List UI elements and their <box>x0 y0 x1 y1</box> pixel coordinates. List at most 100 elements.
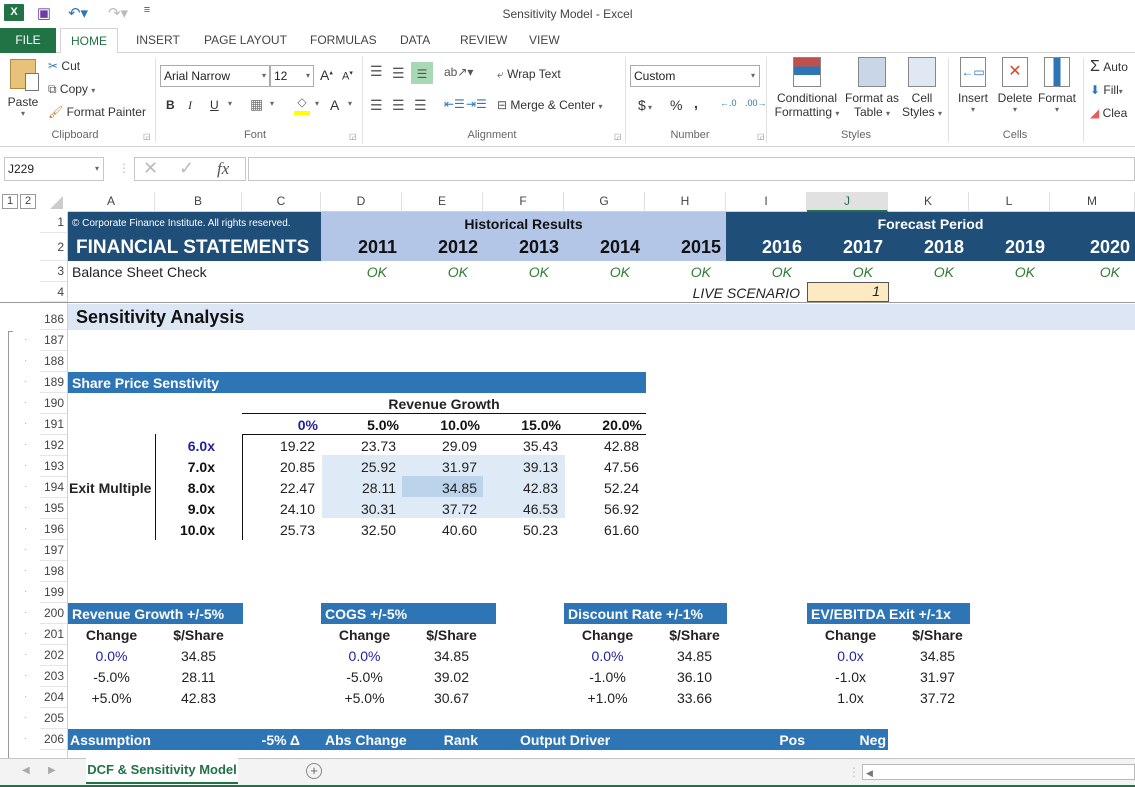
tab-formulas[interactable]: FORMULAS <box>300 32 387 53</box>
formula-input[interactable] <box>248 157 1135 181</box>
row-header-203[interactable]: 203 <box>40 666 67 687</box>
decrease-decimal-icon[interactable]: .00→ <box>745 98 767 108</box>
column-header-m[interactable]: M <box>1050 192 1135 212</box>
insert-cells-button[interactable]: ←▭ Insert ▾ <box>952 57 994 114</box>
row-header-2[interactable]: 2 <box>40 233 67 261</box>
column-header-i[interactable]: I <box>726 192 807 212</box>
underline-dropdown-icon[interactable]: ▾ <box>228 99 232 108</box>
clear-button[interactable]: ◢ Clea <box>1090 106 1127 120</box>
name-box[interactable]: J229 ▾ <box>4 157 104 181</box>
select-all-button[interactable] <box>50 196 63 209</box>
row-header-187[interactable]: 187 <box>40 330 67 351</box>
tab-review[interactable]: REVIEW <box>450 32 517 53</box>
tab-page-layout[interactable]: PAGE LAYOUT <box>194 32 297 53</box>
fill-color-dropdown-icon[interactable]: ▾ <box>315 99 319 108</box>
percent-button[interactable]: % <box>670 97 682 113</box>
outline-level-1-button[interactable]: 1 <box>2 194 18 209</box>
add-sheet-icon[interactable]: + <box>306 763 322 779</box>
merge-center-button[interactable]: ⊟ Merge & Center ▾ <box>497 98 602 112</box>
font-color-dropdown-icon[interactable]: ▾ <box>348 99 352 108</box>
share-price-cell[interactable]: 40.60 <box>402 522 477 538</box>
font-name-select[interactable]: Arial Narrow ▾ <box>160 65 270 87</box>
format-cells-button[interactable]: Format ▾ <box>1036 57 1078 114</box>
alignment-launcher-icon[interactable]: ◲ <box>614 132 622 141</box>
column-header-d[interactable]: D <box>321 192 402 212</box>
row-header-201[interactable]: 201 <box>40 624 67 645</box>
share-price-cell[interactable]: 34.85 <box>402 480 477 496</box>
row-header-186[interactable]: 186 <box>40 304 67 330</box>
cancel-icon[interactable]: ✕ <box>143 158 158 179</box>
share-price-cell[interactable]: 25.92 <box>321 459 396 475</box>
decrease-indent-icon[interactable]: ⇤☰ <box>444 97 465 111</box>
orientation-icon[interactable]: ab↗▾ <box>444 65 473 79</box>
row-header-1[interactable]: 1 <box>40 212 67 233</box>
italic-button[interactable]: I <box>188 98 192 113</box>
share-price-cell[interactable]: 46.53 <box>483 501 558 517</box>
share-price-cell[interactable]: 56.92 <box>564 501 639 517</box>
share-price-cell[interactable]: 42.88 <box>564 438 639 454</box>
font-color-icon[interactable]: A <box>330 97 339 113</box>
row-header-3[interactable]: 3 <box>40 261 67 282</box>
share-price-cell[interactable]: 31.97 <box>402 459 477 475</box>
share-price-cell[interactable]: 47.56 <box>564 459 639 475</box>
copy-button[interactable]: ⧉ Copy ▾ <box>48 82 95 97</box>
align-right-icon[interactable]: ☰ <box>414 97 427 114</box>
scroll-tabs-left-icon[interactable]: ◀ <box>22 765 30 776</box>
tab-view[interactable]: VIEW <box>519 32 570 53</box>
scroll-left-icon[interactable]: ◀ <box>863 768 873 778</box>
row-header-195[interactable]: 195 <box>40 498 67 519</box>
share-price-cell[interactable]: 23.73 <box>321 438 396 454</box>
share-price-cell[interactable]: 61.60 <box>564 522 639 538</box>
splitter-grip-icon[interactable]: ⋮ <box>848 765 860 779</box>
clipboard-launcher-icon[interactable]: ◲ <box>143 132 151 141</box>
bold-button[interactable]: B <box>166 98 175 112</box>
borders-dropdown-icon[interactable]: ▾ <box>270 99 274 108</box>
share-price-cell[interactable]: 20.85 <box>242 459 315 475</box>
insert-function-icon[interactable]: fx <box>217 159 229 179</box>
row-header-200[interactable]: 200 <box>40 603 67 624</box>
align-middle-icon[interactable]: ☰ <box>392 65 405 82</box>
share-price-cell[interactable]: 52.24 <box>564 480 639 496</box>
number-launcher-icon[interactable]: ◲ <box>757 132 765 141</box>
font-size-select[interactable]: 12 ▾ <box>270 65 314 87</box>
row-header-199[interactable]: 199 <box>40 582 67 603</box>
align-top-icon[interactable]: ☰ <box>370 63 383 80</box>
share-price-cell[interactable]: 19.22 <box>242 438 315 454</box>
column-header-a[interactable]: A <box>68 192 155 212</box>
row-header-4[interactable]: 4 <box>40 282 67 302</box>
delete-cells-button[interactable]: ✕ Delete ▾ <box>994 57 1036 114</box>
format-painter-button[interactable]: 🖌 Format Painter <box>48 105 146 119</box>
share-price-cell[interactable]: 39.13 <box>483 459 558 475</box>
column-header-g[interactable]: G <box>564 192 645 212</box>
align-center-icon[interactable]: ☰ <box>392 97 405 114</box>
row-header-202[interactable]: 202 <box>40 645 67 666</box>
row-header-194[interactable]: 194 <box>40 477 67 498</box>
align-bottom-icon[interactable]: ☰ <box>411 62 433 84</box>
scroll-tabs-right-icon[interactable]: ▶ <box>48 765 56 776</box>
share-price-cell[interactable]: 32.50 <box>321 522 396 538</box>
comma-button[interactable]: , <box>694 95 698 111</box>
live-scenario-input[interactable]: 1 <box>807 282 889 302</box>
row-header-196[interactable]: 196 <box>40 519 67 540</box>
decrease-font-icon[interactable]: A▾ <box>342 69 353 83</box>
row-header-188[interactable]: 188 <box>40 351 67 372</box>
column-header-h[interactable]: H <box>645 192 726 212</box>
font-launcher-icon[interactable]: ◲ <box>349 132 357 141</box>
increase-decimal-icon[interactable]: ←.0 <box>720 98 737 108</box>
row-header-198[interactable]: 198 <box>40 561 67 582</box>
format-as-table-button[interactable]: Format as Table ▾ <box>844 57 900 119</box>
column-header-e[interactable]: E <box>402 192 483 212</box>
number-format-select[interactable]: Custom ▾ <box>630 65 760 87</box>
column-header-j[interactable]: J <box>807 192 888 212</box>
share-price-cell[interactable]: 25.73 <box>242 522 315 538</box>
enter-icon[interactable]: ✓ <box>179 158 194 179</box>
tab-data[interactable]: DATA <box>390 32 440 53</box>
column-header-f[interactable]: F <box>483 192 564 212</box>
tab-home[interactable]: HOME <box>60 28 118 54</box>
fill-color-icon[interactable]: ◇ <box>294 95 310 115</box>
share-price-cell[interactable]: 42.83 <box>483 480 558 496</box>
borders-icon[interactable]: ▦ <box>250 96 263 113</box>
fill-button[interactable]: ⬇ Fill▾ <box>1090 83 1123 97</box>
share-price-cell[interactable]: 24.10 <box>242 501 315 517</box>
increase-font-icon[interactable]: A▴ <box>320 67 333 83</box>
